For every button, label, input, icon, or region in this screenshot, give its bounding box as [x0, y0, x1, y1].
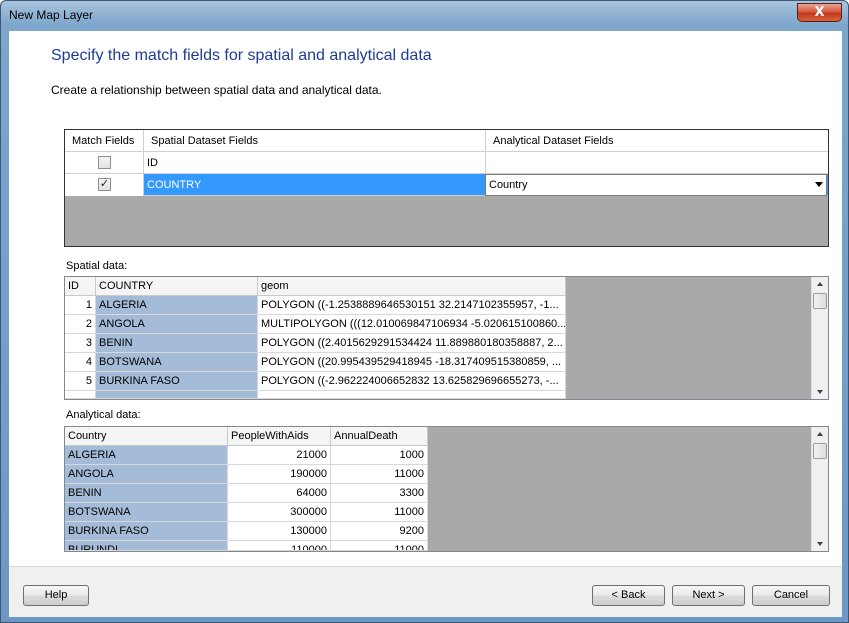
people-with-aids-cell: 130000 [228, 522, 331, 541]
header-analytical-fields: Analytical Dataset Fields [493, 135, 614, 147]
annual-death-cell: 11000 [331, 465, 428, 484]
country-cell: BENIN [65, 484, 228, 503]
column-header[interactable]: AnnualDeath [331, 427, 428, 446]
geom-cell: MULTIPOLYGON (((12.010069847106934 -5.02… [258, 315, 566, 334]
column-header[interactable]: COUNTRY [96, 277, 258, 296]
people-with-aids-cell: 21000 [228, 446, 331, 465]
column-header[interactable]: Country [65, 427, 228, 446]
page-description: Create a relationship between spatial da… [51, 83, 382, 97]
header-match-fields: Match Fields [65, 130, 144, 152]
id-cell [65, 391, 96, 399]
match-checkbox[interactable] [98, 156, 111, 169]
content-area: Specify the match fields for spatial and… [9, 31, 842, 566]
scroll-up-icon[interactable] [817, 432, 823, 436]
country-cell: ANGOLA [96, 315, 258, 334]
spatial-vertical-scrollbar[interactable] [811, 277, 828, 399]
analytical-field-cell[interactable] [486, 152, 828, 174]
id-cell: 4 [65, 353, 96, 372]
scroll-down-icon[interactable] [817, 390, 823, 394]
scroll-thumb[interactable] [813, 293, 827, 309]
annual-death-cell: 1000 [331, 446, 428, 465]
cancel-button[interactable]: Cancel [752, 585, 830, 606]
page-title: Specify the match fields for spatial and… [51, 47, 432, 64]
country-cell: BURUNDI [65, 541, 228, 551]
dropdown-value: Country [489, 179, 528, 191]
title-bar[interactable]: New Map Layer X [1, 1, 849, 29]
id-cell: 3 [65, 334, 96, 353]
analytical-vertical-scrollbar[interactable] [811, 427, 828, 551]
people-with-aids-cell: 190000 [228, 465, 331, 484]
column-header[interactable]: PeopleWithAids [228, 427, 331, 446]
country-cell: BOTSWANA [96, 353, 258, 372]
annual-death-cell: 11000 [331, 541, 428, 551]
close-button[interactable]: X [797, 3, 842, 22]
annual-death-cell: 11000 [331, 503, 428, 522]
match-fields-table: Match Fields Spatial Dataset Fields Anal… [64, 129, 829, 247]
dialog-client: Specify the match fields for spatial and… [9, 31, 842, 617]
scroll-down-icon[interactable] [817, 542, 823, 546]
help-button[interactable]: Help [23, 585, 89, 606]
country-cell: ALGERIA [65, 446, 228, 465]
spatial-field-name: COUNTRY [144, 174, 486, 196]
geom-cell: POLYGON ((2.4015629291534424 11.88988018… [258, 334, 566, 353]
match-row-country[interactable]: ✓ COUNTRY Country [65, 174, 828, 196]
header-spatial-fields: Spatial Dataset Fields [144, 130, 486, 152]
country-cell: ALGERIA [96, 296, 258, 315]
annual-death-cell: 9200 [331, 522, 428, 541]
country-cell: BENIN [96, 334, 258, 353]
country-cell [96, 391, 258, 399]
geom-cell: POLYGON ((20.995439529418945 -18.3174095… [258, 353, 566, 372]
country-cell: BOTSWANA [65, 503, 228, 522]
id-cell: 1 [65, 296, 96, 315]
match-row-id[interactable]: ID [65, 152, 828, 174]
scroll-thumb[interactable] [813, 443, 827, 459]
back-button[interactable]: < Back [592, 585, 665, 606]
spatial-data-grid: ID COUNTRY geom 1 ALGERIA POLYGON ((-1.2… [64, 276, 829, 400]
country-cell: ANGOLA [65, 465, 228, 484]
annual-death-cell: 3300 [331, 484, 428, 503]
match-cell [65, 152, 144, 174]
match-checkbox[interactable]: ✓ [98, 178, 111, 191]
geom-cell [258, 391, 566, 399]
geom-cell: POLYGON ((-1.2538889646530151 32.2147102… [258, 296, 566, 315]
match-table-header: Match Fields Spatial Dataset Fields Anal… [65, 130, 828, 152]
spatial-field-name: ID [144, 152, 486, 174]
people-with-aids-cell: 110000 [228, 541, 331, 551]
id-cell: 2 [65, 315, 96, 334]
spatial-data-label: Spatial data: [66, 260, 128, 272]
window-title: New Map Layer [9, 8, 94, 22]
window-frame: New Map Layer X Specify the match fields… [0, 0, 849, 623]
people-with-aids-cell: 64000 [228, 484, 331, 503]
match-cell: ✓ [65, 174, 144, 196]
scroll-up-icon[interactable] [817, 282, 823, 286]
footer-divider [9, 566, 842, 567]
id-cell: 5 [65, 372, 96, 391]
next-button[interactable]: Next > [672, 585, 745, 606]
country-cell: BURKINA FASO [96, 372, 258, 391]
column-header[interactable]: geom [258, 277, 566, 296]
geom-cell: POLYGON ((-2.962224006652832 13.62582969… [258, 372, 566, 391]
column-header[interactable]: ID [65, 277, 96, 296]
analytical-data-grid: Country PeopleWithAids AnnualDeath ALGER… [64, 426, 829, 552]
chevron-down-icon[interactable] [815, 182, 823, 187]
analytical-data-label: Analytical data: [66, 409, 141, 421]
people-with-aids-cell: 300000 [228, 503, 331, 522]
country-cell: BURKINA FASO [65, 522, 228, 541]
analytical-field-dropdown[interactable]: Country [485, 174, 827, 196]
